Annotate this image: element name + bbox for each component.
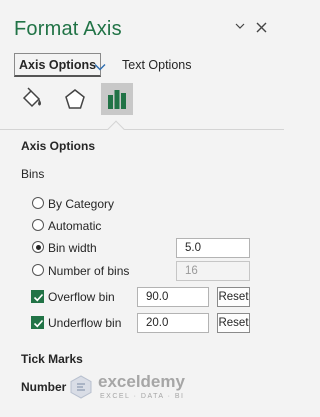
watermark-tagline: EXCEL · DATA · BI [100,393,185,400]
chevron-down-icon[interactable] [232,18,248,34]
overflow-bin-input[interactable]: 90.0 [137,287,209,307]
watermark-name: exceldemy [98,372,185,391]
radio-automatic-label[interactable]: Automatic [48,219,101,233]
selected-category-indicator [107,120,125,138]
section-axis-options[interactable]: Axis Options [21,139,95,153]
radio-number-of-bins-label[interactable]: Number of bins [48,264,129,278]
underflow-reset-button[interactable]: Reset [217,313,250,333]
bin-width-input[interactable]: 5.0 [176,238,250,258]
tab-axis-options-label: Axis Options [19,57,97,72]
radio-by-category[interactable] [32,197,44,209]
paint-bucket-icon[interactable] [16,83,48,115]
divider [0,129,284,130]
tab-text-options[interactable]: Text Options [122,58,191,72]
bins-label: Bins [21,167,45,181]
format-axis-pane: Format Axis Axis Options Text Options Ax… [0,0,284,417]
watermark: exceldemy EXCEL · DATA · BI [68,372,218,404]
overflow-bin-checkbox[interactable] [31,290,44,303]
section-number[interactable]: Number [21,380,66,394]
pane-title: Format Axis [14,18,122,40]
radio-automatic[interactable] [32,219,44,231]
pentagon-icon[interactable] [59,83,91,115]
radio-bin-width-label[interactable]: Bin width [48,241,97,255]
radio-number-of-bins[interactable] [32,264,44,276]
underflow-bin-checkbox[interactable] [31,316,44,329]
axis-options-chevron-down-icon[interactable] [94,58,106,71]
bar-chart-icon[interactable] [101,83,133,115]
radio-bin-width[interactable] [32,241,44,253]
close-icon[interactable] [253,19,269,35]
exceldemy-logo-icon [68,374,94,400]
tab-axis-options[interactable]: Axis Options [14,53,102,77]
overflow-bin-label[interactable]: Overflow bin [48,290,115,304]
underflow-bin-input[interactable]: 20.0 [137,313,209,333]
section-tick-marks[interactable]: Tick Marks [21,352,83,366]
underflow-bin-label[interactable]: Underflow bin [48,316,121,330]
radio-by-category-label[interactable]: By Category [48,197,114,211]
overflow-reset-button[interactable]: Reset [217,287,250,307]
number-of-bins-input[interactable]: 16 [176,261,250,281]
